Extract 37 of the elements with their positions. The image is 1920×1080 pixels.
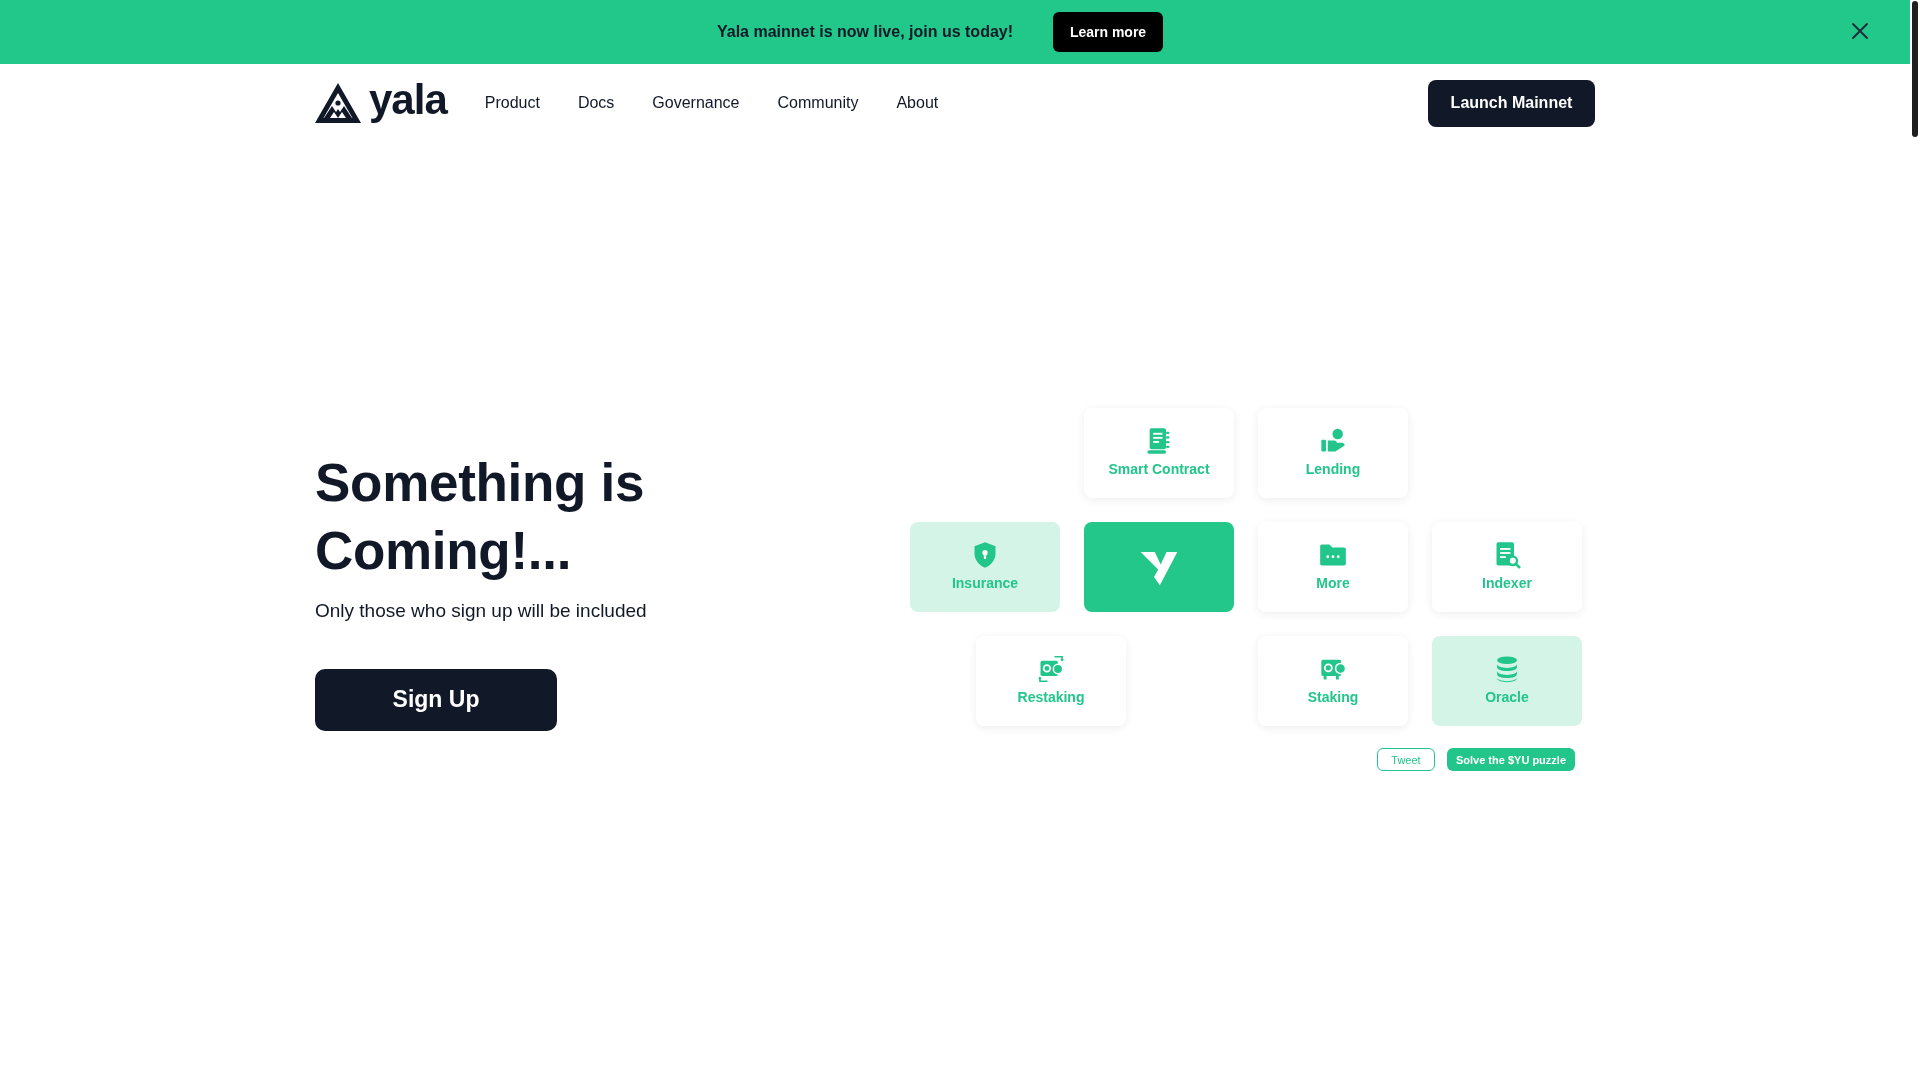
nav-link[interactable]: Product (484, 94, 540, 112)
nav-link[interactable]: About (896, 94, 939, 112)
tile-label: Smart Contract (1108, 461, 1210, 478)
nav-link[interactable]: Docs (577, 94, 615, 112)
feature-tile[interactable]: Smart Contract (1084, 408, 1234, 498)
nav-link[interactable]: Community (777, 94, 859, 112)
sign-up-button[interactable]: Sign Up (315, 668, 557, 731)
nav-link[interactable]: Governance (652, 94, 740, 112)
announcement-text: Yala mainnet is now live, join us today! (716, 23, 1014, 41)
tile-label: Lending (1305, 461, 1361, 478)
tile-label: Staking (1307, 689, 1359, 706)
tile-label: More (1316, 575, 1350, 592)
tweet-button[interactable]: Tweet (1376, 748, 1435, 771)
safe-arrows-icon (1037, 655, 1065, 683)
puzzle-button[interactable]: Solve the $YU puzzle (1446, 748, 1575, 771)
close-button[interactable] (1852, 23, 1868, 39)
feature-tile[interactable]: Staking (1258, 636, 1408, 726)
feature-tile[interactable]: Restaking (976, 636, 1126, 726)
tile-label: Indexer (1482, 575, 1532, 592)
learn-more-button[interactable]: Learn more (1053, 12, 1164, 52)
feature-tile[interactable]: Oracle (1432, 636, 1582, 726)
tile-label: Restaking (1017, 689, 1085, 706)
feature-tile[interactable]: Indexer (1432, 522, 1582, 612)
close-icon (1852, 23, 1868, 39)
tile-label: Oracle (1485, 689, 1529, 706)
feature-tile[interactable]: Lending (1258, 408, 1408, 498)
hand-coin-icon (1319, 427, 1347, 455)
feature-tile[interactable]: Insurance (910, 522, 1060, 612)
logo-icon[interactable] (315, 83, 361, 123)
scrollbar-thumb[interactable] (1912, 1, 1918, 137)
brand-name[interactable]: yala (369, 79, 447, 127)
feature-tile[interactable]: More (1258, 522, 1408, 612)
logo-tile[interactable] (1084, 522, 1234, 612)
launch-mainnet-button[interactable]: Launch Mainnet (1428, 79, 1595, 127)
tile-label: Insurance (951, 575, 1019, 592)
hero-title: Something is Coming!... (315, 451, 646, 582)
hero-subtitle: Only those who sign up will be included (315, 598, 647, 623)
